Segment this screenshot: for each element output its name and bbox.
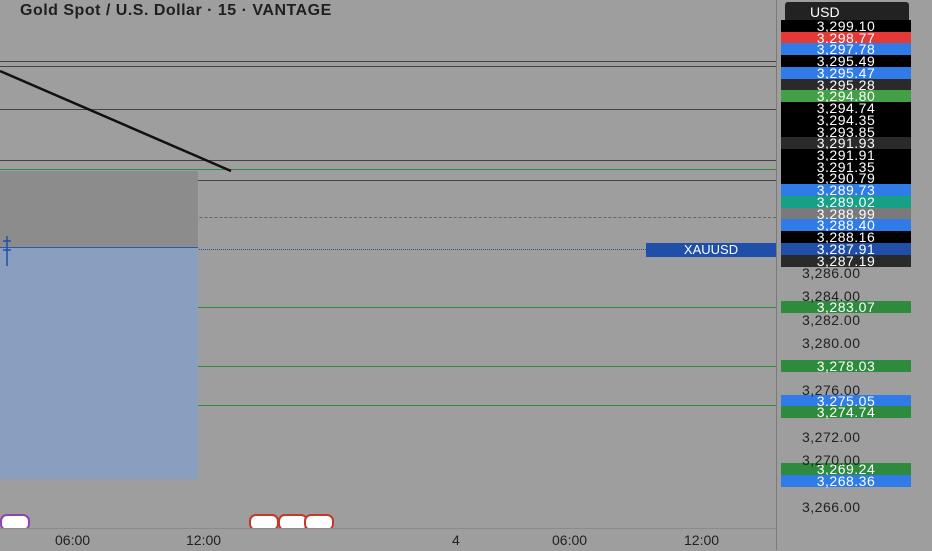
time-label: 4 <box>452 532 460 548</box>
flag-icon[interactable] <box>249 514 279 528</box>
price-tick: 3,280.00 <box>802 335 861 351</box>
price-tick: 3,286.00 <box>802 265 861 281</box>
price-tick: 3,276.00 <box>802 382 861 398</box>
price-label: 3,274.74 <box>781 405 911 419</box>
time-label: 06:00 <box>55 532 91 548</box>
price-tick: 3,282.00 <box>802 312 861 328</box>
price-label: 3,268.36 <box>781 474 911 488</box>
event-icon[interactable] <box>0 514 30 528</box>
time-label: 12:00 <box>186 532 222 548</box>
time-label: 12:00 <box>684 532 720 548</box>
price-axis[interactable]: USD 3,299.10 3,298.77 3,297.78 3,295.49 3,29… <box>776 0 932 550</box>
symbol-tag: XAUUSD <box>646 243 776 257</box>
price-tick: 3,272.00 <box>802 429 861 445</box>
price-label: 3,278.03 <box>781 359 911 373</box>
time-label: 06:00 <box>552 532 588 548</box>
time-axis[interactable] <box>0 528 776 551</box>
price-tick: 3,266.00 <box>802 499 861 515</box>
price-tick: 3,270.00 <box>802 452 861 468</box>
chart-pane[interactable]: Gold Spot / U.S. Dollar · 15 · VANTAGE X… <box>0 0 776 528</box>
trend-line[interactable] <box>0 0 776 528</box>
flag-icon[interactable] <box>304 514 334 528</box>
price-tick: 3,284.00 <box>802 288 861 304</box>
